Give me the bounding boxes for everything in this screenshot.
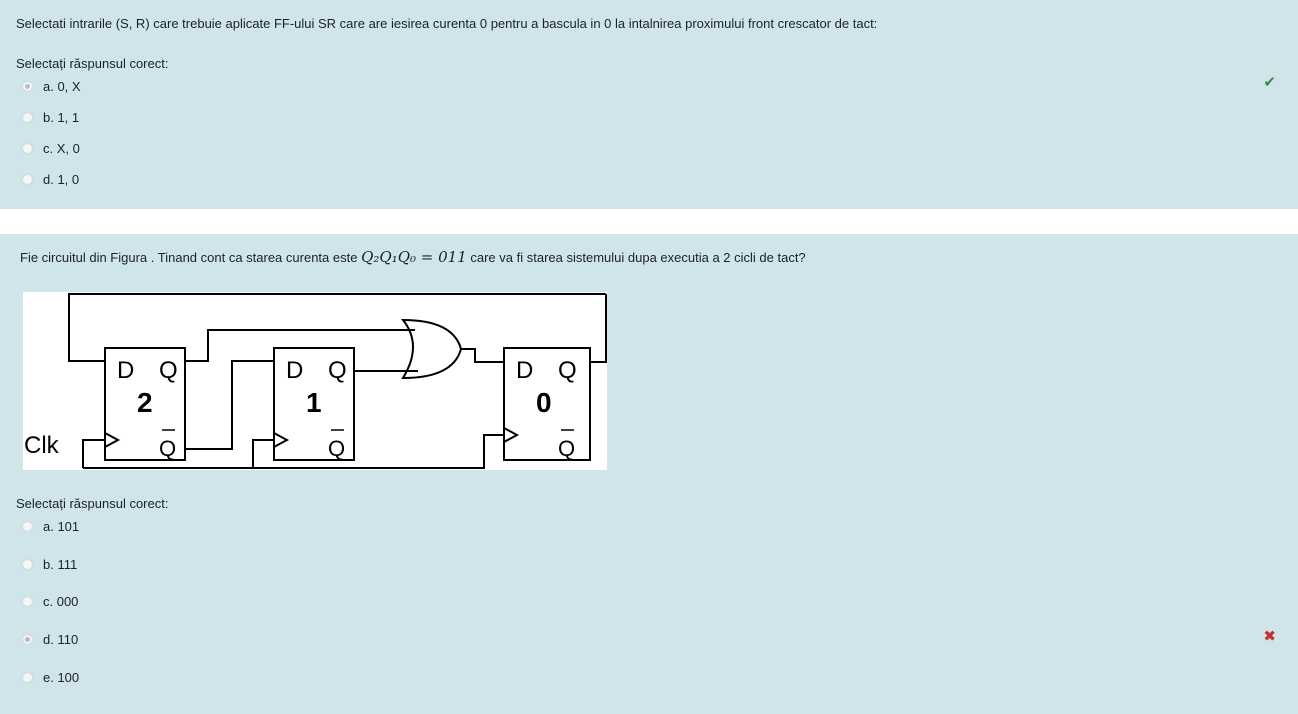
option-label: a. 101 — [43, 518, 80, 534]
ff2-number: 2 — [137, 387, 153, 418]
option-b[interactable]: b. 111 — [22, 554, 77, 574]
ff1-d-label: D — [286, 357, 303, 384]
radio-button[interactable] — [22, 80, 33, 92]
radio-button[interactable] — [22, 633, 33, 645]
option-d[interactable]: d. 110 — [22, 629, 78, 649]
option-label: d. 110 — [43, 631, 79, 647]
ff1-q-label: Q — [328, 357, 347, 384]
option-a[interactable]: a. 101 — [22, 516, 79, 536]
option-label: a. 0, X — [43, 78, 81, 94]
option-a[interactable]: a. 0, X — [22, 76, 81, 96]
ff0-qbar-label: Q — [558, 436, 575, 461]
option-label: b. 111 — [43, 556, 78, 572]
radio-button[interactable] — [22, 671, 33, 683]
ff2-qbar-label: Q — [159, 436, 176, 461]
question-2-text-after: care va fi starea sistemului dupa execut… — [470, 250, 806, 265]
option-label: e. 100 — [43, 669, 80, 685]
ff0-d-label: D — [516, 357, 533, 384]
ff1-qbar-label: Q — [328, 436, 345, 461]
option-b[interactable]: b. 1, 1 — [22, 107, 79, 127]
radio-button[interactable] — [22, 520, 33, 532]
question-2: Fie circuitul din Figura . Tinand cont c… — [0, 234, 1298, 714]
option-d[interactable]: d. 1, 0 — [22, 169, 79, 189]
radio-button[interactable] — [22, 595, 33, 607]
question-1-prompt: Selectați răspunsul corect: — [16, 56, 169, 71]
check-icon: ✔ — [1263, 74, 1276, 91]
ff0-number: 0 — [536, 387, 552, 418]
clk-label: Clk — [24, 432, 60, 459]
cross-icon: ✖ — [1263, 628, 1276, 645]
question-1: Selectati intrarile (S, R) care trebuie … — [0, 0, 1298, 209]
ff1-number: 1 — [306, 387, 322, 418]
state-expression: Q₂Q₁Q₀ = 011 — [361, 248, 467, 266]
radio-button[interactable] — [22, 173, 33, 185]
question-2-prompt: Selectați răspunsul corect: — [16, 496, 169, 511]
question-2-text: Fie circuitul din Figura . Tinand cont c… — [20, 248, 806, 266]
circuit-figure: Clk D Q 2 Q D Q 1 Q D Q 0 Q — [23, 292, 607, 470]
question-2-text-before: Fie circuitul din Figura . Tinand cont c… — [20, 250, 358, 265]
option-label: d. 1, 0 — [43, 171, 80, 187]
radio-button[interactable] — [22, 142, 33, 154]
option-label: c. 000 — [43, 593, 79, 609]
option-label: c. X, 0 — [43, 140, 80, 156]
question-1-text: Selectati intrarile (S, R) care trebuie … — [16, 16, 878, 31]
option-c[interactable]: c. 000 — [22, 591, 78, 611]
option-c[interactable]: c. X, 0 — [22, 138, 80, 158]
option-label: b. 1, 1 — [43, 109, 80, 125]
option-e[interactable]: e. 100 — [22, 667, 79, 687]
ff0-q-label: Q — [558, 357, 577, 384]
radio-button[interactable] — [22, 111, 33, 123]
ff2-d-label: D — [117, 357, 134, 384]
radio-button[interactable] — [22, 558, 33, 570]
ff2-q-label: Q — [159, 357, 178, 384]
